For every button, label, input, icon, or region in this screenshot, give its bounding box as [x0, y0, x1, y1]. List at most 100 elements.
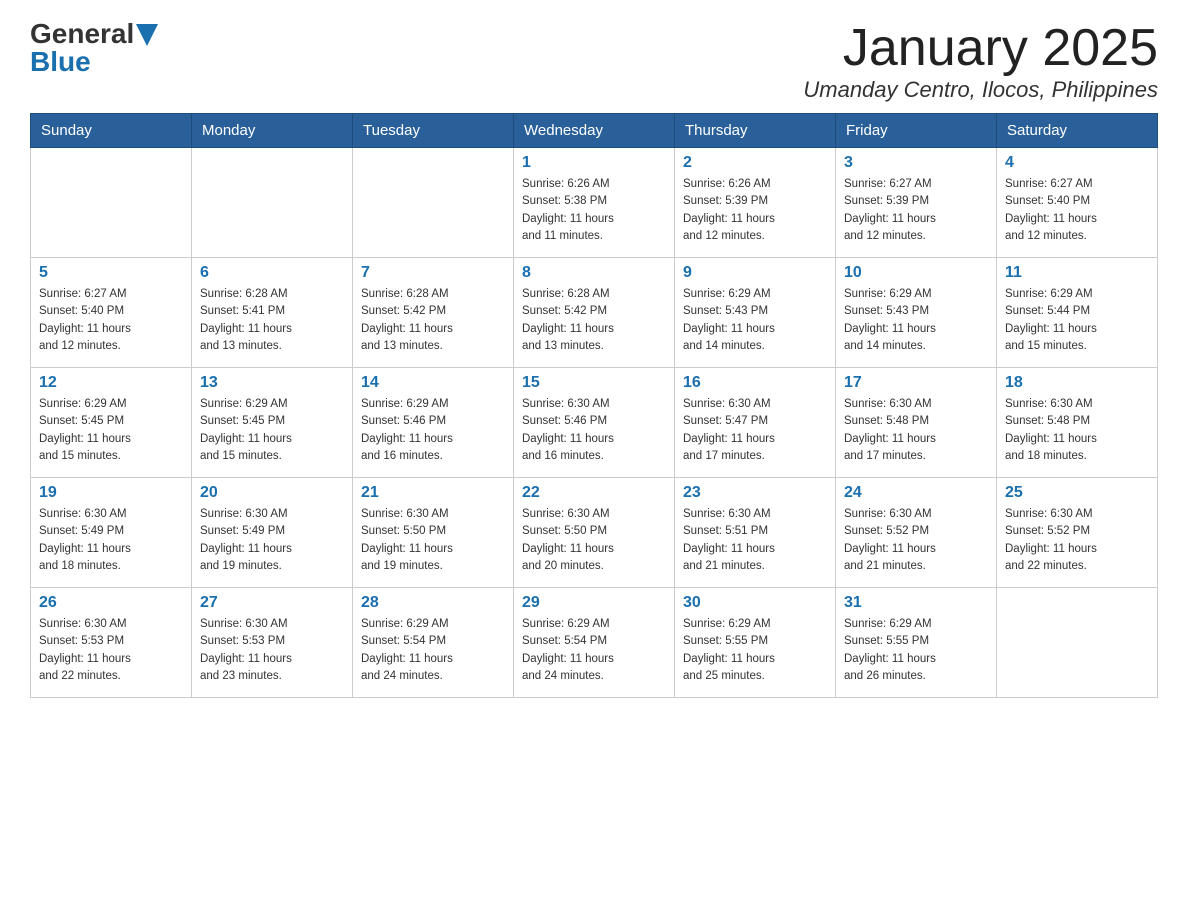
day-number: 22 — [522, 484, 666, 502]
calendar-cell: 10 Sunrise: 6:29 AM Sunset: 5:43 PM Dayli… — [836, 258, 997, 368]
day-number: 23 — [683, 484, 827, 502]
day-info: Sunrise: 6:30 AM Sunset: 5:48 PM Dayligh… — [844, 396, 988, 465]
day-number: 18 — [1005, 374, 1149, 392]
calendar-cell: 24Sunrise: 6:30 AM Sunset: 5:52 PM Dayli… — [836, 478, 997, 588]
calendar-week-4: 19Sunrise: 6:30 AM Sunset: 5:49 PM Dayli… — [31, 478, 1158, 588]
logo-general-text: General — [30, 20, 134, 48]
day-number: 31 — [844, 594, 988, 612]
page-header: General Blue January 2025 Umanday Centro… — [30, 20, 1158, 103]
day-number: 15 — [522, 374, 666, 392]
calendar-cell: 17Sunrise: 6:30 AM Sunset: 5:48 PM Dayli… — [836, 368, 997, 478]
calendar-cell: 7 Sunrise: 6:28 AM Sunset: 5:42 PM Daylig… — [353, 258, 514, 368]
day-info: Sunrise: 6:29 AM Sunset: 5:55 PM Dayligh… — [683, 616, 827, 685]
calendar-cell: 19Sunrise: 6:30 AM Sunset: 5:49 PM Dayli… — [31, 478, 192, 588]
calendar-cell: 29 Sunrise: 6:29 AM Sunset: 5:54 PM Dayli… — [514, 588, 675, 698]
day-info: Sunrise: 6:29 AM Sunset: 5:44 PM Dayligh… — [1005, 286, 1149, 355]
calendar-table: SundayMondayTuesdayWednesdayThursdayFrid… — [30, 113, 1158, 698]
day-number: 10 — [844, 264, 988, 282]
location-subtitle: Umanday Centro, Ilocos, Philippines — [803, 77, 1158, 103]
calendar-cell — [997, 588, 1158, 698]
calendar-cell: 5 Sunrise: 6:27 AM Sunset: 5:40 PM Daylig… — [31, 258, 192, 368]
logo: General Blue — [30, 20, 158, 76]
day-number: 6 — [200, 264, 344, 282]
calendar-cell: 25 Sunrise: 6:30 AM Sunset: 5:52 PM Dayli… — [997, 478, 1158, 588]
day-number: 11 — [1005, 264, 1149, 282]
day-info: Sunrise: 6:29 AM Sunset: 5:45 PM Dayligh… — [200, 396, 344, 465]
calendar-header-wednesday: Wednesday — [514, 114, 675, 148]
day-info: Sunrise: 6:30 AM Sunset: 5:52 PM Dayligh… — [844, 506, 988, 575]
calendar-header-thursday: Thursday — [675, 114, 836, 148]
calendar-header-saturday: Saturday — [997, 114, 1158, 148]
calendar-cell — [353, 148, 514, 258]
day-info: Sunrise: 6:30 AM Sunset: 5:50 PM Dayligh… — [522, 506, 666, 575]
day-number: 27 — [200, 594, 344, 612]
day-number: 8 — [522, 264, 666, 282]
day-info: Sunrise: 6:29 AM Sunset: 5:54 PM Dayligh… — [522, 616, 666, 685]
day-info: Sunrise: 6:30 AM Sunset: 5:51 PM Dayligh… — [683, 506, 827, 575]
day-number: 25 — [1005, 484, 1149, 502]
day-info: Sunrise: 6:27 AM Sunset: 5:39 PM Dayligh… — [844, 176, 988, 245]
calendar-cell: 3 Sunrise: 6:27 AM Sunset: 5:39 PM Daylig… — [836, 148, 997, 258]
calendar-cell: 12 Sunrise: 6:29 AM Sunset: 5:45 PM Dayli… — [31, 368, 192, 478]
day-info: Sunrise: 6:30 AM Sunset: 5:47 PM Dayligh… — [683, 396, 827, 465]
calendar-header-friday: Friday — [836, 114, 997, 148]
calendar-cell — [192, 148, 353, 258]
day-number: 16 — [683, 374, 827, 392]
day-info: Sunrise: 6:28 AM Sunset: 5:42 PM Dayligh… — [522, 286, 666, 355]
day-info: Sunrise: 6:30 AM Sunset: 5:52 PM Dayligh… — [1005, 506, 1149, 575]
day-info: Sunrise: 6:29 AM Sunset: 5:43 PM Dayligh… — [844, 286, 988, 355]
calendar-week-2: 5 Sunrise: 6:27 AM Sunset: 5:40 PM Daylig… — [31, 258, 1158, 368]
title-area: January 2025 Umanday Centro, Ilocos, Phi… — [803, 20, 1158, 103]
calendar-header-monday: Monday — [192, 114, 353, 148]
day-number: 5 — [39, 264, 183, 282]
calendar-header-sunday: Sunday — [31, 114, 192, 148]
day-number: 4 — [1005, 154, 1149, 172]
day-number: 21 — [361, 484, 505, 502]
day-info: Sunrise: 6:26 AM Sunset: 5:38 PM Dayligh… — [522, 176, 666, 245]
logo-triangle-icon — [136, 24, 158, 46]
calendar-cell: 15 Sunrise: 6:30 AM Sunset: 5:46 PM Dayli… — [514, 368, 675, 478]
calendar-week-1: 1 Sunrise: 6:26 AM Sunset: 5:38 PM Daylig… — [31, 148, 1158, 258]
day-number: 29 — [522, 594, 666, 612]
calendar-cell: 14 Sunrise: 6:29 AM Sunset: 5:46 PM Dayli… — [353, 368, 514, 478]
day-number: 1 — [522, 154, 666, 172]
day-number: 9 — [683, 264, 827, 282]
calendar-cell: 4Sunrise: 6:27 AM Sunset: 5:40 PM Daylig… — [997, 148, 1158, 258]
day-info: Sunrise: 6:26 AM Sunset: 5:39 PM Dayligh… — [683, 176, 827, 245]
day-info: Sunrise: 6:30 AM Sunset: 5:46 PM Dayligh… — [522, 396, 666, 465]
day-info: Sunrise: 6:27 AM Sunset: 5:40 PM Dayligh… — [39, 286, 183, 355]
calendar-cell: 27 Sunrise: 6:30 AM Sunset: 5:53 PM Dayli… — [192, 588, 353, 698]
calendar-cell: 18Sunrise: 6:30 AM Sunset: 5:48 PM Dayli… — [997, 368, 1158, 478]
calendar-cell: 22 Sunrise: 6:30 AM Sunset: 5:50 PM Dayli… — [514, 478, 675, 588]
day-info: Sunrise: 6:30 AM Sunset: 5:49 PM Dayligh… — [200, 506, 344, 575]
calendar-week-5: 26 Sunrise: 6:30 AM Sunset: 5:53 PM Dayli… — [31, 588, 1158, 698]
day-number: 7 — [361, 264, 505, 282]
day-info: Sunrise: 6:28 AM Sunset: 5:42 PM Dayligh… — [361, 286, 505, 355]
day-number: 20 — [200, 484, 344, 502]
day-number: 26 — [39, 594, 183, 612]
day-number: 2 — [683, 154, 827, 172]
calendar-cell: 16 Sunrise: 6:30 AM Sunset: 5:47 PM Dayli… — [675, 368, 836, 478]
day-info: Sunrise: 6:29 AM Sunset: 5:46 PM Dayligh… — [361, 396, 505, 465]
day-info: Sunrise: 6:30 AM Sunset: 5:53 PM Dayligh… — [200, 616, 344, 685]
day-number: 13 — [200, 374, 344, 392]
day-info: Sunrise: 6:29 AM Sunset: 5:45 PM Dayligh… — [39, 396, 183, 465]
logo-blue-text: Blue — [30, 48, 158, 76]
calendar-cell: 11 Sunrise: 6:29 AM Sunset: 5:44 PM Dayli… — [997, 258, 1158, 368]
day-number: 14 — [361, 374, 505, 392]
day-info: Sunrise: 6:28 AM Sunset: 5:41 PM Dayligh… — [200, 286, 344, 355]
day-info: Sunrise: 6:29 AM Sunset: 5:54 PM Dayligh… — [361, 616, 505, 685]
calendar-header-row: SundayMondayTuesdayWednesdayThursdayFrid… — [31, 114, 1158, 148]
day-number: 12 — [39, 374, 183, 392]
calendar-header-tuesday: Tuesday — [353, 114, 514, 148]
calendar-cell: 20 Sunrise: 6:30 AM Sunset: 5:49 PM Dayli… — [192, 478, 353, 588]
day-info: Sunrise: 6:30 AM Sunset: 5:53 PM Dayligh… — [39, 616, 183, 685]
calendar-cell: 6 Sunrise: 6:28 AM Sunset: 5:41 PM Daylig… — [192, 258, 353, 368]
month-title: January 2025 — [803, 20, 1158, 77]
calendar-cell: 31Sunrise: 6:29 AM Sunset: 5:55 PM Dayli… — [836, 588, 997, 698]
calendar-week-3: 12 Sunrise: 6:29 AM Sunset: 5:45 PM Dayli… — [31, 368, 1158, 478]
calendar-cell: 21Sunrise: 6:30 AM Sunset: 5:50 PM Dayli… — [353, 478, 514, 588]
calendar-cell: 13 Sunrise: 6:29 AM Sunset: 5:45 PM Dayli… — [192, 368, 353, 478]
day-number: 3 — [844, 154, 988, 172]
day-number: 30 — [683, 594, 827, 612]
